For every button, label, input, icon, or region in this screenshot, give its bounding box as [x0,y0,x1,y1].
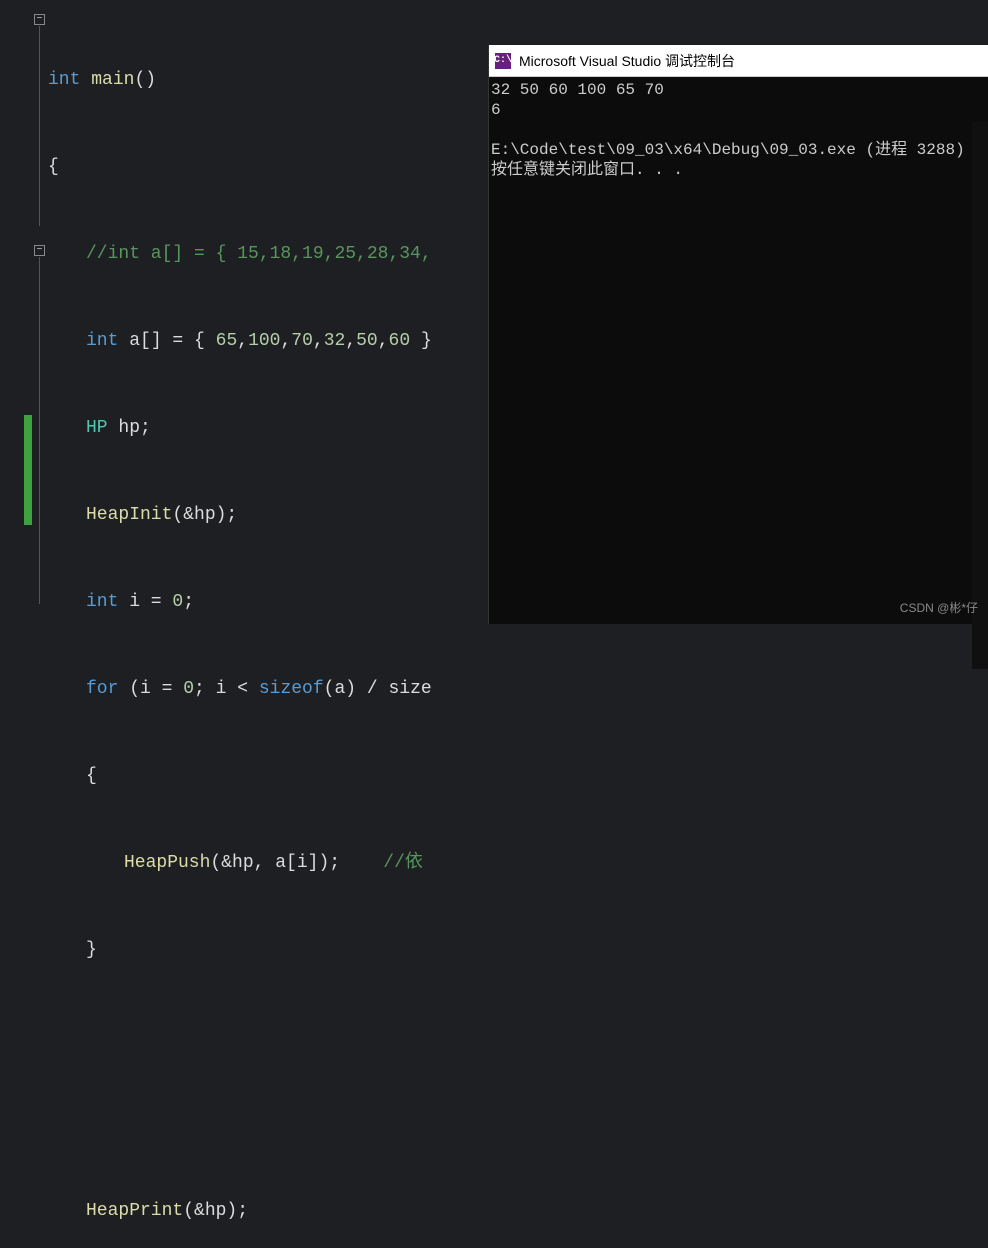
fold-line [39,257,40,604]
console-icon: C:\ [495,53,511,69]
scrollbar-vertical[interactable] [972,122,988,669]
function-call: HeapPush [124,853,210,873]
type-name: HP [86,418,108,438]
watermark: CSDN @彬*仔 [900,599,978,616]
brace: } [86,940,97,960]
comment: //int a[] = { 15,18,19,25,28,34, [86,244,432,264]
output-line: 按任意键关闭此窗口. . . [491,161,683,179]
comment: //依 [383,853,423,873]
function-call: HeapPrint [86,1201,183,1221]
fold-line [39,26,40,226]
function-name: main [91,70,134,90]
brace: { [86,766,97,786]
change-indicator [24,415,32,525]
fold-icon[interactable]: − [34,245,45,256]
brace: { [48,157,59,177]
keyword: int [48,70,80,90]
editor-gutter: − − [0,0,44,624]
code-content[interactable]: int main() { //int a[] = { 15,18,19,25,2… [44,0,488,624]
debug-console-window[interactable]: C:\ Microsoft Visual Studio 调试控制台 32 50 … [488,45,988,624]
output-line: E:\Code\test\09_03\x64\Debug\09_03.exe (… [491,141,965,159]
output-line: 6 [491,101,501,119]
function-call: HeapInit [86,505,172,525]
keyword: int [86,592,118,612]
console-output[interactable]: 32 50 60 100 65 70 6 E:\Code\test\09_03\… [489,77,988,183]
keyword: int [86,331,118,351]
output-line: 32 50 60 100 65 70 [491,81,664,99]
code-editor[interactable]: − − int main() { //int a[] = { 15,18,19,… [0,0,488,624]
console-title: Microsoft Visual Studio 调试控制台 [519,51,735,71]
fold-icon[interactable]: − [34,14,45,25]
keyword: for [86,679,118,699]
console-titlebar[interactable]: C:\ Microsoft Visual Studio 调试控制台 [489,45,988,77]
